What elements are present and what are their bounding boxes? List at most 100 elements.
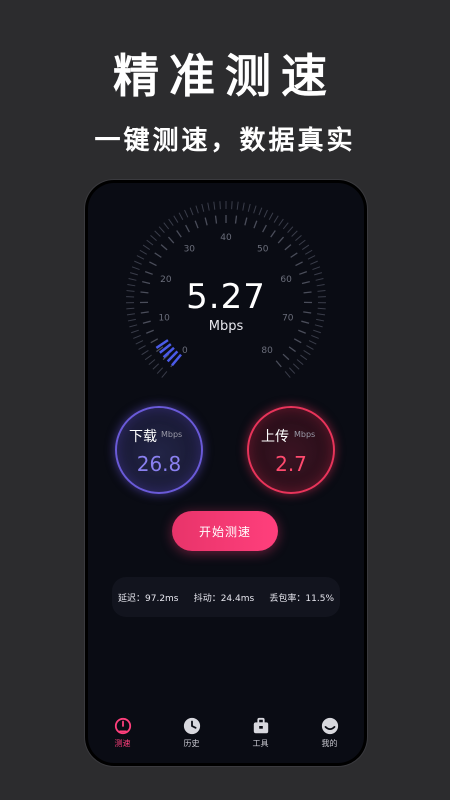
gauge-outer-tick <box>268 212 274 221</box>
tab-tools[interactable]: 工具 <box>236 717 286 749</box>
gauge-outer-tick <box>278 218 284 226</box>
download-meter: 下载 Mbps 26.8 <box>115 406 203 494</box>
gauge-outer-tick <box>136 255 145 260</box>
tab-label: 测速 <box>114 739 131 748</box>
upload-label: 上传 <box>261 429 289 445</box>
gauge-tick-label: 0 <box>182 346 188 356</box>
gauge-outer-tick <box>263 209 268 218</box>
download-unit: Mbps <box>161 430 183 439</box>
banner-title: 精准测速 <box>113 49 337 103</box>
gauge-inner-tick <box>149 261 157 267</box>
gauge-outer-tick <box>152 363 160 370</box>
gauge-outer-tick <box>284 371 291 378</box>
gauge-outer-tick <box>148 359 156 365</box>
gauge-outer-tick <box>236 201 239 210</box>
gauge-tick-label: 40 <box>220 233 232 243</box>
gauge-outer-tick <box>295 235 302 242</box>
clock-icon <box>183 717 200 735</box>
gauge-inner-tick <box>275 360 282 368</box>
gauge-inner-tick <box>299 270 308 275</box>
gauge-outer-tick <box>296 359 304 365</box>
gauge-inner-tick <box>167 236 175 244</box>
gauge-outer-tick <box>129 272 138 276</box>
gauge-outer-tick <box>195 205 199 214</box>
tab-label: 历史 <box>183 739 200 748</box>
gauge-outer-tick <box>163 222 170 230</box>
gauge-outer-tick <box>141 350 149 356</box>
gauge-inner-tick <box>295 261 303 267</box>
gauge-inner-tick <box>194 220 199 229</box>
gauge-outer-tick <box>314 272 323 276</box>
gauge-inner-tick <box>154 252 162 258</box>
gauge-inner-tick <box>253 220 258 229</box>
phone-frame: 0 10 20 30 40 50 60 70 80 5.27 Mbps 下载 Mbps 26.8… <box>88 183 364 763</box>
gauge-inner-tick <box>160 244 168 251</box>
gauge-outer-tick <box>201 203 205 212</box>
profile-icon <box>321 717 338 735</box>
gauge-inner-tick <box>150 338 159 344</box>
tab-history[interactable]: 历史 <box>167 717 217 749</box>
gauge-outer-tick <box>189 207 194 216</box>
gauge-outer-tick <box>287 226 294 233</box>
gauge-outer-tick <box>310 260 318 265</box>
gauge-inner-tick <box>204 217 208 226</box>
gauge-outer-tick <box>282 222 289 230</box>
gauge-outer-tick <box>178 212 184 221</box>
gauge-outer-tick <box>173 215 179 223</box>
network-stats-bar: 延迟：97.2ms 抖动：24.4ms 丢包率：11.5% <box>112 577 340 617</box>
speedometer-icon <box>114 717 131 735</box>
gauge-outer-tick <box>135 340 144 345</box>
gauge-inner-tick <box>282 353 290 361</box>
start-test-button[interactable]: 开始测速 <box>172 511 278 551</box>
gauge-inner-tick <box>244 217 248 226</box>
gauge-outer-tick <box>305 249 313 255</box>
gauge-outer-tick <box>156 367 164 374</box>
gauge-inner-tick <box>277 236 285 244</box>
gauge-outer-tick <box>247 203 251 212</box>
gauge-inner-tick <box>284 244 292 251</box>
gauge-outer-tick <box>258 207 263 216</box>
download-value: 26.8 <box>136 452 182 476</box>
packet-loss-stat: 丢包率：11.5% <box>269 593 334 604</box>
gauge-outer-tick <box>288 367 296 374</box>
gauge-outer-tick <box>142 244 151 250</box>
tab-speedtest[interactable]: 测速 <box>98 717 148 749</box>
gauge-tick-label: 30 <box>184 245 196 255</box>
gauge-outer-tick <box>139 249 147 255</box>
gauge-outer-tick <box>301 244 310 250</box>
bottom-tab-bar: 测速 历史 工具 我的 <box>88 717 364 757</box>
gauge-inner-tick <box>288 346 296 353</box>
gauge-outer-tick <box>134 260 142 265</box>
gauge-inner-tick <box>176 230 182 238</box>
gauge-outer-tick <box>253 205 257 214</box>
toolbox-icon <box>253 717 268 734</box>
gauge-outer-tick <box>158 226 165 233</box>
gauge-outer-tick <box>131 266 140 271</box>
gauge-outer-tick <box>146 239 154 246</box>
gauge-outer-tick <box>300 354 308 361</box>
gauge-inner-tick <box>290 252 298 258</box>
gauge-inner-tick <box>234 215 238 224</box>
download-label: 下载 <box>129 429 157 445</box>
gauge-outer-tick <box>306 345 314 350</box>
gauge-outer-tick <box>161 371 168 378</box>
gauge-outer-tick <box>242 202 245 211</box>
tab-profile[interactable]: 我的 <box>305 717 355 749</box>
gauge-inner-tick <box>185 224 190 233</box>
gauge-outer-tick <box>312 266 321 271</box>
gauge-outer-tick <box>311 335 319 339</box>
upload-unit: Mbps <box>294 430 316 439</box>
gauge-inner-tick <box>144 270 153 275</box>
jitter-stat: 抖动：24.4ms <box>193 593 255 604</box>
current-speed-unit: Mbps <box>208 319 244 334</box>
gauge-outer-tick <box>298 239 306 246</box>
tab-label: 我的 <box>321 739 338 748</box>
upload-value: 2.7 <box>275 452 307 476</box>
gauge-outer-tick <box>144 354 152 361</box>
gauge-inner-tick <box>262 224 267 233</box>
banner-subtitle: 一键测速，数据真实 <box>94 126 356 156</box>
gauge-inner-tick <box>214 215 218 224</box>
gauge-outer-tick <box>138 345 146 350</box>
gauge-tick-label: 80 <box>261 346 273 356</box>
upload-meter: 上传 Mbps 2.7 <box>247 406 335 494</box>
